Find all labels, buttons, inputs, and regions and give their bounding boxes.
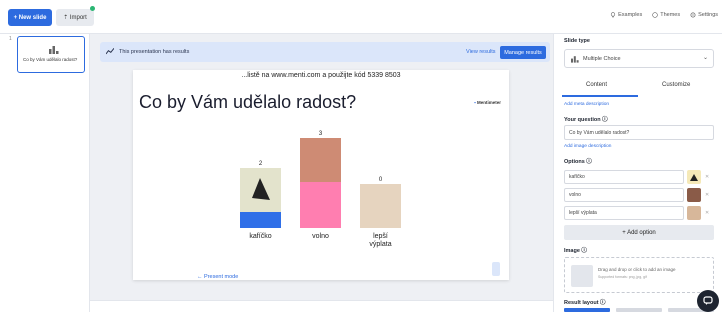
bar-chart-icon [49,46,59,54]
remove-option-icon[interactable]: ✕ [705,174,709,180]
top-nav: Examples Themes Settings [610,12,718,18]
lightbulb-icon [610,12,616,18]
manage-results-button[interactable]: Manage results [500,46,546,59]
option-input[interactable]: lepší výplata [564,206,684,220]
results-chart: 2 kafíčko 3 volno 0 lepšívýplata [240,131,401,248]
question-label: Your question ⓘ [564,117,608,123]
question-input[interactable]: Co by Vám udělalo radost? [564,125,714,140]
participant-indicator [492,262,500,276]
view-results-link[interactable]: View results [466,49,496,55]
result-layout-options[interactable] [564,308,714,312]
layout-option-bars[interactable] [564,308,610,312]
data-label: 2 [259,161,263,167]
import-label: ⇡ Import [63,15,87,21]
option-image[interactable] [687,206,701,220]
help-chat-button[interactable] [697,290,719,312]
add-description-link[interactable]: Add meta description [564,102,609,107]
slide-thumbnail[interactable]: Co by Vám udělalo radost? [17,36,85,73]
category-label: výplata [369,241,391,248]
slide-number: 1 [9,36,12,42]
result-layout-label: Result layout ⓘ [564,300,606,306]
thumbnail-title: Co by Vám udělalo radost? [23,57,78,62]
slide-type-label: Slide type [564,38,590,44]
editor-panel: Slide type Multiple Choice ⌄ Content Cus… [553,34,722,312]
image-dropzone[interactable]: Drag and drop or click to add an image S… [564,257,714,293]
category-label: volno [312,233,329,240]
option-input[interactable]: kafíčko [564,170,684,184]
banner-text: This presentation has results [119,49,190,55]
main-editor-area: This presentation has results View resul… [90,34,553,312]
results-banner: This presentation has results View resul… [100,42,550,62]
settings-link[interactable]: Settings [690,12,718,18]
palette-icon [652,12,658,18]
data-label: 0 [379,177,383,183]
add-option-button[interactable]: + Add option [564,225,714,240]
bar-group: 2 kafíčko [240,161,281,240]
dropzone-text: Drag and drop or click to add an image [598,267,676,272]
manage-results-label: Manage results [504,49,542,56]
slide-type-value: Multiple Choice [583,55,621,62]
chevron-down-icon: ⌄ [702,55,708,61]
option-image-thumb [690,174,698,181]
panel-tabs: Content Customize [562,82,714,97]
bar-group: 3 volno [300,131,341,240]
import-button[interactable]: ⇡ Import [56,9,94,26]
new-slide-button[interactable]: + New slide [8,9,52,26]
option-image [300,138,341,182]
slide-canvas[interactable]: ...listě na www.menti.com a použijte kód… [133,70,509,280]
category-label: kafíčko [249,233,271,240]
present-mode-link[interactable]: ← Present mode [197,274,238,280]
chart-trend-icon [106,48,114,55]
data-label: 3 [319,131,323,137]
slides-panel [0,34,90,312]
examples-label: Examples [618,12,643,18]
layout-option[interactable] [616,308,662,312]
themes-label: Themes [660,12,681,18]
option-image[interactable] [687,170,701,184]
tab-customize[interactable]: Customize [662,82,690,88]
remove-option-icon[interactable]: ✕ [705,192,709,198]
active-tab-indicator [562,95,638,97]
dropzone-subtext: Supported formats: png, jpg, gif [598,275,647,279]
examples-link[interactable]: Examples [610,12,642,18]
options-label: Options ⓘ [564,159,592,165]
gear-icon [690,12,696,18]
image-label: Image ⓘ [564,248,587,254]
bar-group: 0 lepšívýplata [360,177,401,248]
option-image [360,184,401,228]
slide-type-select[interactable]: Multiple Choice ⌄ [564,49,714,68]
option-input[interactable]: volno [564,188,684,202]
new-slide-label: + New slide [13,14,47,21]
image-placeholder-icon [571,265,593,287]
bar-chart-icon [571,56,579,63]
tab-content[interactable]: Content [586,82,607,88]
themes-link[interactable]: Themes [652,12,680,18]
chat-bubble-icon [703,296,713,305]
option-image[interactable] [687,188,701,202]
status-dot [90,6,95,11]
remove-option-icon[interactable]: ✕ [705,210,709,216]
top-bar: + New slide ⇡ Import Examples Themes Set… [0,0,722,34]
category-label: lepší [373,233,388,240]
settings-label: Settings [698,12,718,18]
bottom-bar [90,300,553,312]
add-image-description-link[interactable]: Add image description [564,144,611,149]
